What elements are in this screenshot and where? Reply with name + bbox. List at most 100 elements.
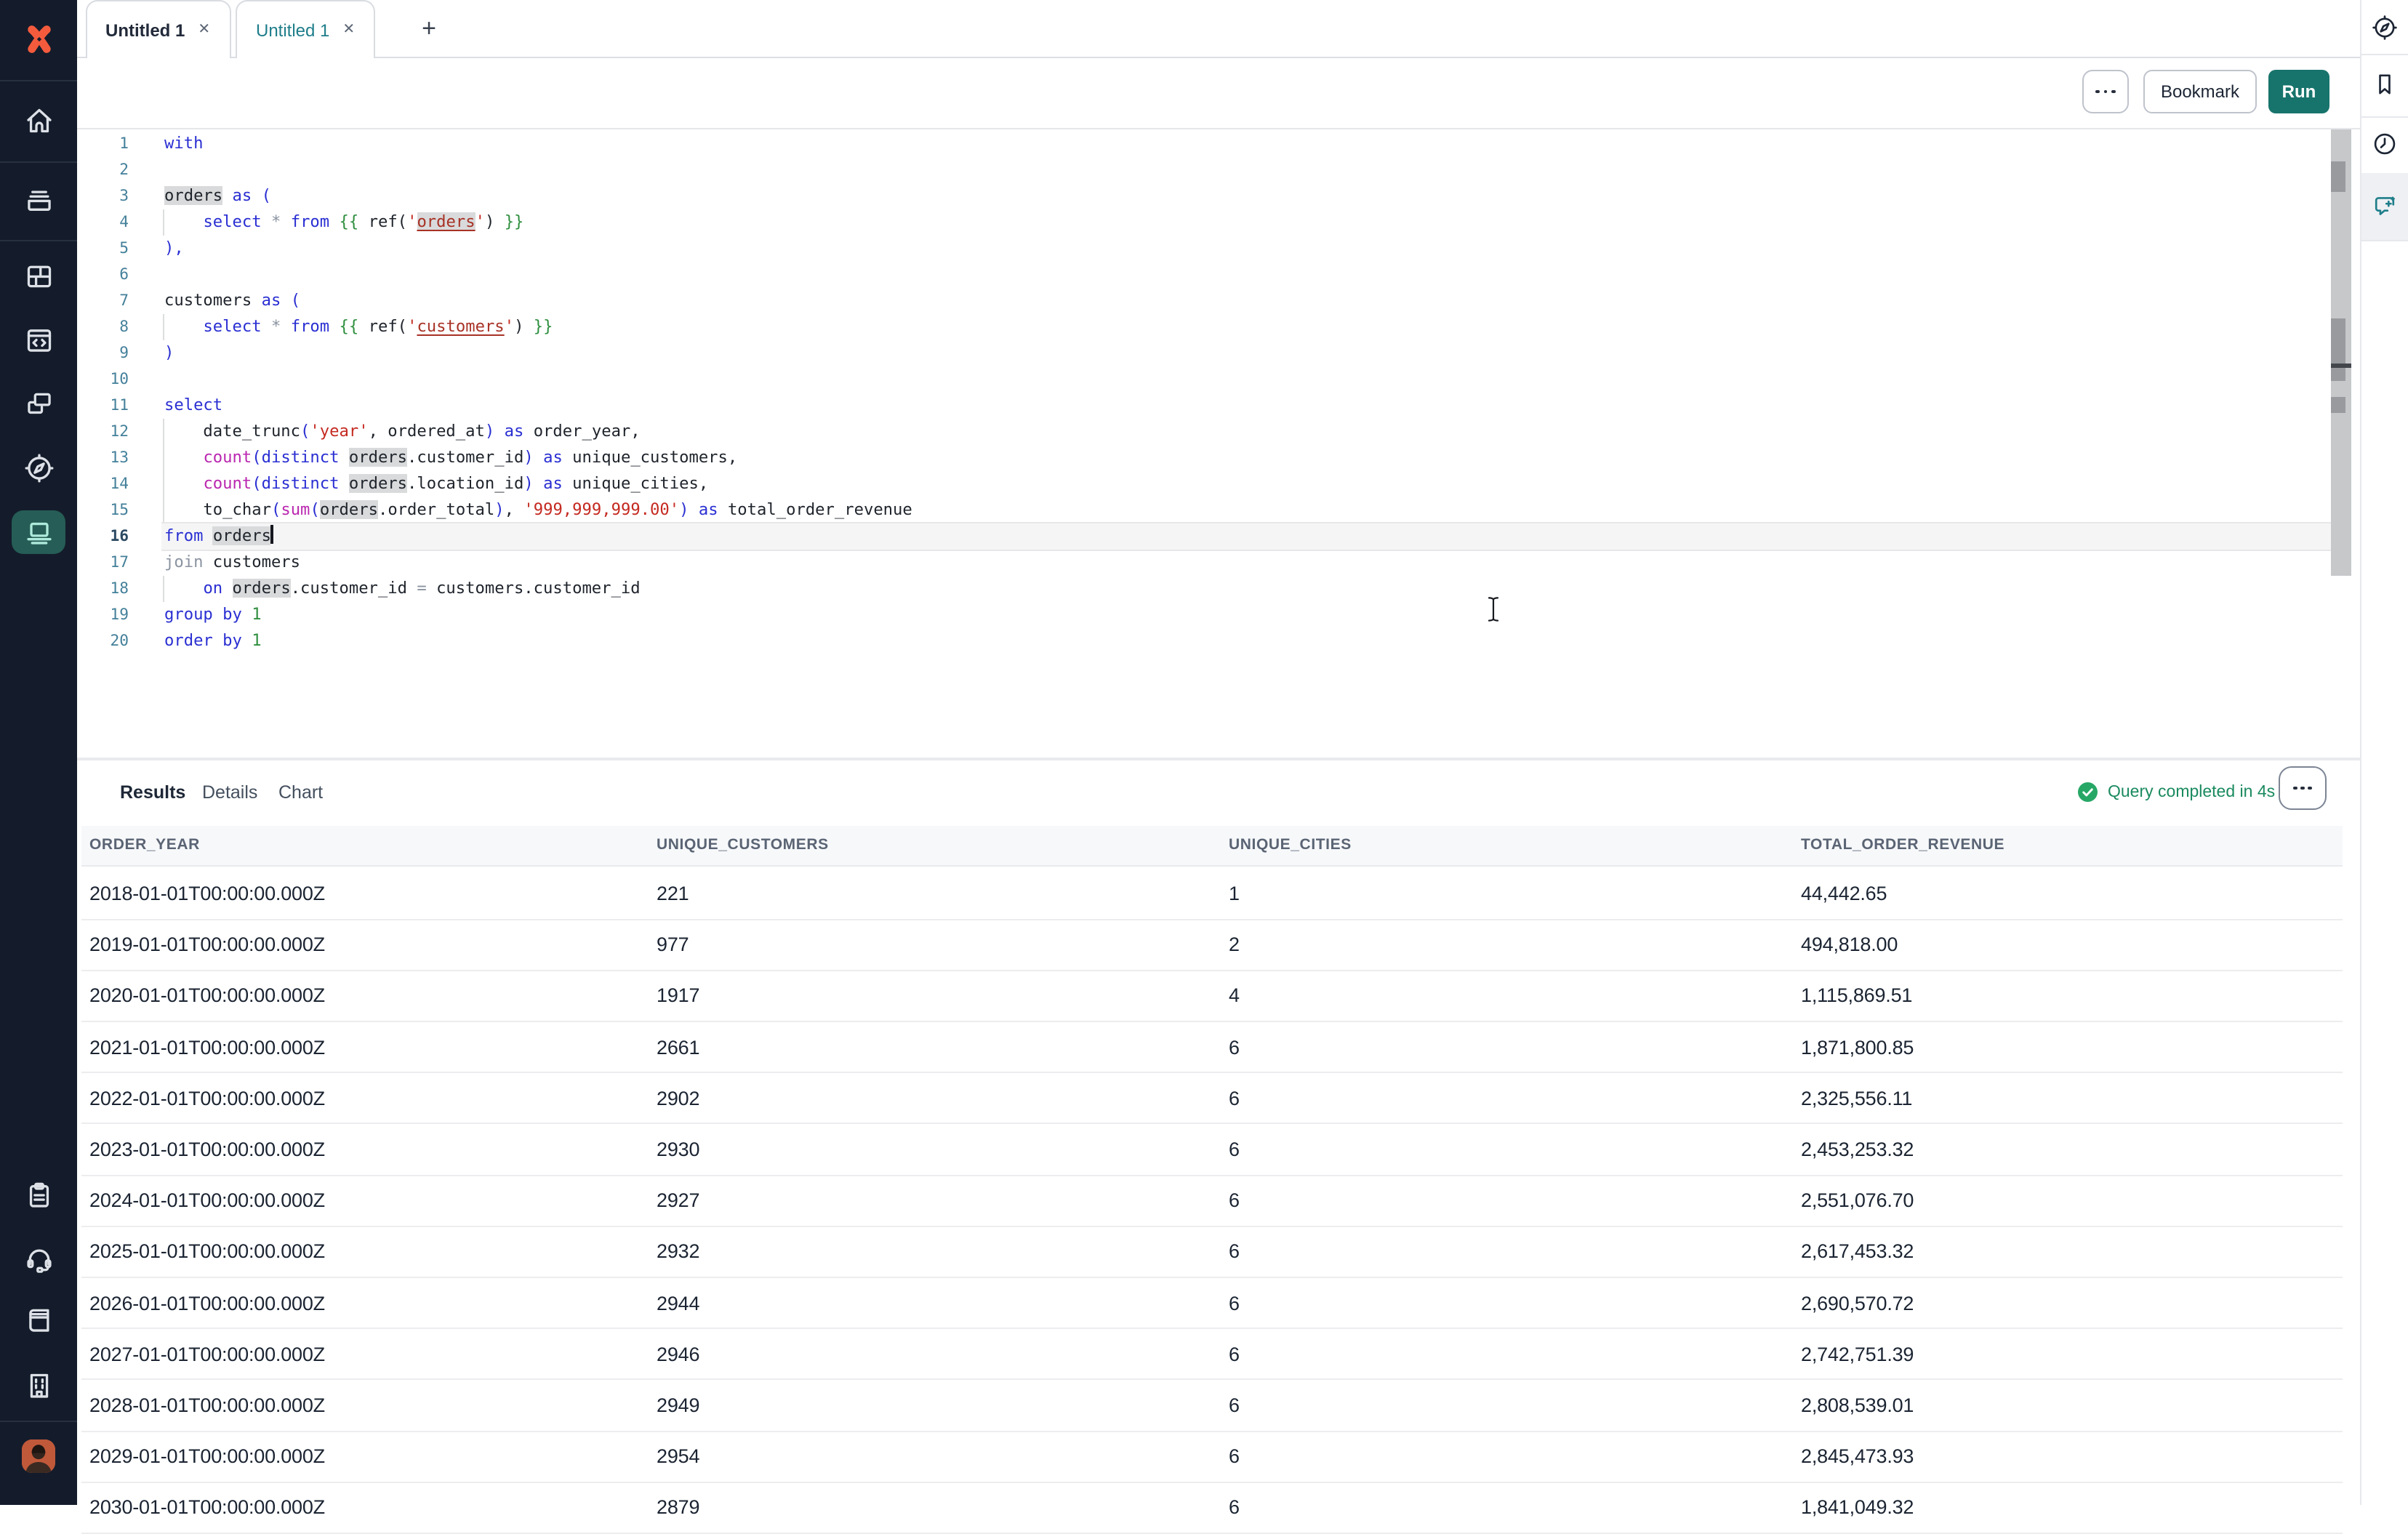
- table-cell: 1: [1229, 883, 1801, 904]
- code-line-6[interactable]: 6: [77, 261, 2359, 287]
- sidebar-item-computer-active[interactable]: [12, 510, 65, 554]
- table-row[interactable]: 2018-01-01T00:00:00.000Z221144,442.65: [81, 869, 2342, 920]
- tab-results[interactable]: Results: [120, 760, 185, 825]
- table-cell: 2: [1229, 934, 1801, 956]
- line-number: 8: [77, 313, 129, 340]
- tab-chart[interactable]: Chart: [278, 760, 323, 825]
- table-cell: 2944: [657, 1292, 1229, 1314]
- tab-untitled-1[interactable]: Untitled 1 ✕: [85, 0, 230, 58]
- compass-icon[interactable]: [2371, 14, 2399, 41]
- tab-bar: Untitled 1 ✕ Untitled 1 ✕ +: [77, 0, 2359, 58]
- table-row[interactable]: 2026-01-01T00:00:00.000Z294462,690,570.7…: [81, 1278, 2342, 1329]
- divider: [2361, 54, 2408, 55]
- line-number: 19: [77, 601, 129, 627]
- hex-app: Untitled 1 ✕ Untitled 1 ✕ + Bookmark Run…: [0, 0, 2408, 1505]
- bookmark-button[interactable]: Bookmark: [2143, 70, 2257, 113]
- run-button[interactable]: Run: [2268, 70, 2329, 113]
- user-avatar[interactable]: [22, 1439, 55, 1473]
- column-header[interactable]: ORDER_YEAR: [89, 837, 657, 854]
- table-cell: 6: [1229, 1394, 1801, 1416]
- code-line-2[interactable]: 2: [77, 156, 2359, 182]
- code-line-16[interactable]: 16from orders: [77, 523, 2359, 549]
- close-icon[interactable]: ✕: [198, 23, 210, 37]
- indent-guide: [162, 418, 164, 444]
- right-sidebar: [2359, 0, 2408, 1505]
- table-row[interactable]: 2025-01-01T00:00:00.000Z293262,617,453.3…: [81, 1227, 2342, 1278]
- code-line-13[interactable]: 13 count(distinct orders.customer_id) as…: [77, 444, 2359, 470]
- line-number: 9: [77, 340, 129, 366]
- code-line-9[interactable]: 9): [77, 340, 2359, 366]
- table-cell: 1917: [657, 985, 1229, 1007]
- compass-icon[interactable]: [23, 452, 55, 484]
- hex-logo[interactable]: [23, 23, 55, 55]
- grid-icon[interactable]: [23, 260, 55, 292]
- code-line-8[interactable]: 8 select * from {{ ref('customers') }}: [77, 313, 2359, 340]
- indent-guide: [162, 497, 164, 523]
- code-line-17[interactable]: 17join customers: [77, 549, 2359, 575]
- table-row[interactable]: 2020-01-01T00:00:00.000Z191741,115,869.5…: [81, 971, 2342, 1022]
- bookmark-icon[interactable]: [2371, 71, 2399, 98]
- code-window-icon[interactable]: [23, 324, 55, 356]
- table-cell: 2927: [657, 1189, 1229, 1211]
- results-more-button[interactable]: [2279, 766, 2327, 810]
- book-icon[interactable]: [23, 1304, 55, 1336]
- clipboard-icon[interactable]: [23, 1179, 55, 1211]
- sql-editor[interactable]: 1with23orders as (4 select * from {{ ref…: [77, 129, 2359, 757]
- scrollbar-thumb[interactable]: [2331, 318, 2345, 380]
- table-cell: 2019-01-01T00:00:00.000Z: [89, 934, 657, 956]
- table-row[interactable]: 2023-01-01T00:00:00.000Z293062,453,253.3…: [81, 1125, 2342, 1176]
- column-header[interactable]: UNIQUE_CUSTOMERS: [657, 837, 1229, 854]
- table-row[interactable]: 2029-01-01T00:00:00.000Z295462,845,473.9…: [81, 1431, 2342, 1482]
- table-row[interactable]: 2022-01-01T00:00:00.000Z290262,325,556.1…: [81, 1074, 2342, 1125]
- table-cell: 2023-01-01T00:00:00.000Z: [89, 1139, 657, 1160]
- check-circle-icon: [2078, 783, 2098, 803]
- tab-untitled-2[interactable]: Untitled 1 ✕: [236, 0, 375, 58]
- editor-scrollbar[interactable]: [2331, 129, 2351, 576]
- table-row[interactable]: 2019-01-01T00:00:00.000Z9772494,818.00: [81, 920, 2342, 971]
- tab-details[interactable]: Details: [202, 760, 257, 825]
- table-cell: 6: [1229, 1189, 1801, 1211]
- code-line-18[interactable]: 18 on orders.customer_id = customers.cus…: [77, 575, 2359, 601]
- code-line-19[interactable]: 19group by 1: [77, 601, 2359, 627]
- table-row[interactable]: 2024-01-01T00:00:00.000Z292762,551,076.7…: [81, 1176, 2342, 1226]
- code-line-4[interactable]: 4 select * from {{ ref('orders') }}: [77, 209, 2359, 235]
- table-row[interactable]: 2028-01-01T00:00:00.000Z294962,808,539.0…: [81, 1381, 2342, 1431]
- code-line-3[interactable]: 3orders as (: [77, 182, 2359, 209]
- close-icon[interactable]: ✕: [342, 23, 355, 37]
- building-icon[interactable]: [23, 1370, 55, 1402]
- code-line-10[interactable]: 10: [77, 366, 2359, 392]
- table-cell: 494,818.00: [1801, 934, 2342, 956]
- indent-guide: [162, 444, 164, 470]
- history-clock-icon[interactable]: [2371, 130, 2399, 158]
- code-line-7[interactable]: 7customers as (: [77, 287, 2359, 313]
- code-text: join customers: [164, 549, 300, 575]
- code-line-5[interactable]: 5),: [77, 235, 2359, 261]
- table-cell: 2029-01-01T00:00:00.000Z: [89, 1445, 657, 1467]
- code-line-15[interactable]: 15 to_char(sum(orders.order_total), '999…: [77, 497, 2359, 523]
- scrollbar-mark: [2331, 161, 2345, 191]
- windows-icon[interactable]: [23, 388, 55, 420]
- column-header[interactable]: TOTAL_ORDER_REVENUE: [1801, 837, 2342, 854]
- table-row[interactable]: 2021-01-01T00:00:00.000Z266161,871,800.8…: [81, 1022, 2342, 1073]
- table-cell: 2027-01-01T00:00:00.000Z: [89, 1344, 657, 1365]
- code-line-12[interactable]: 12 date_trunc('year', ordered_at) as ord…: [77, 418, 2359, 444]
- table-row[interactable]: 2030-01-01T00:00:00.000Z287961,841,049.3…: [81, 1483, 2342, 1534]
- code-line-14[interactable]: 14 count(distinct orders.location_id) as…: [77, 470, 2359, 497]
- code-text: orders as (: [164, 182, 271, 209]
- code-line-20[interactable]: 20order by 1: [77, 627, 2359, 654]
- more-options-button[interactable]: [2082, 70, 2129, 113]
- table-cell: 2,742,751.39: [1801, 1344, 2342, 1365]
- table-row[interactable]: 2027-01-01T00:00:00.000Z294662,742,751.3…: [81, 1329, 2342, 1380]
- code-text: ),: [164, 235, 184, 261]
- indent-guide: [162, 575, 164, 601]
- line-number: 7: [77, 287, 129, 313]
- headset-icon[interactable]: [23, 1243, 55, 1275]
- column-header[interactable]: UNIQUE_CITIES: [1229, 837, 1801, 854]
- new-tab-button[interactable]: +: [409, 0, 449, 58]
- code-line-11[interactable]: 11select: [77, 392, 2359, 418]
- home-icon[interactable]: [23, 105, 55, 137]
- code-text: ): [164, 340, 174, 366]
- ai-chat-section[interactable]: [2361, 173, 2408, 240]
- archive-icon[interactable]: [23, 184, 55, 216]
- code-line-1[interactable]: 1with: [77, 130, 2359, 156]
